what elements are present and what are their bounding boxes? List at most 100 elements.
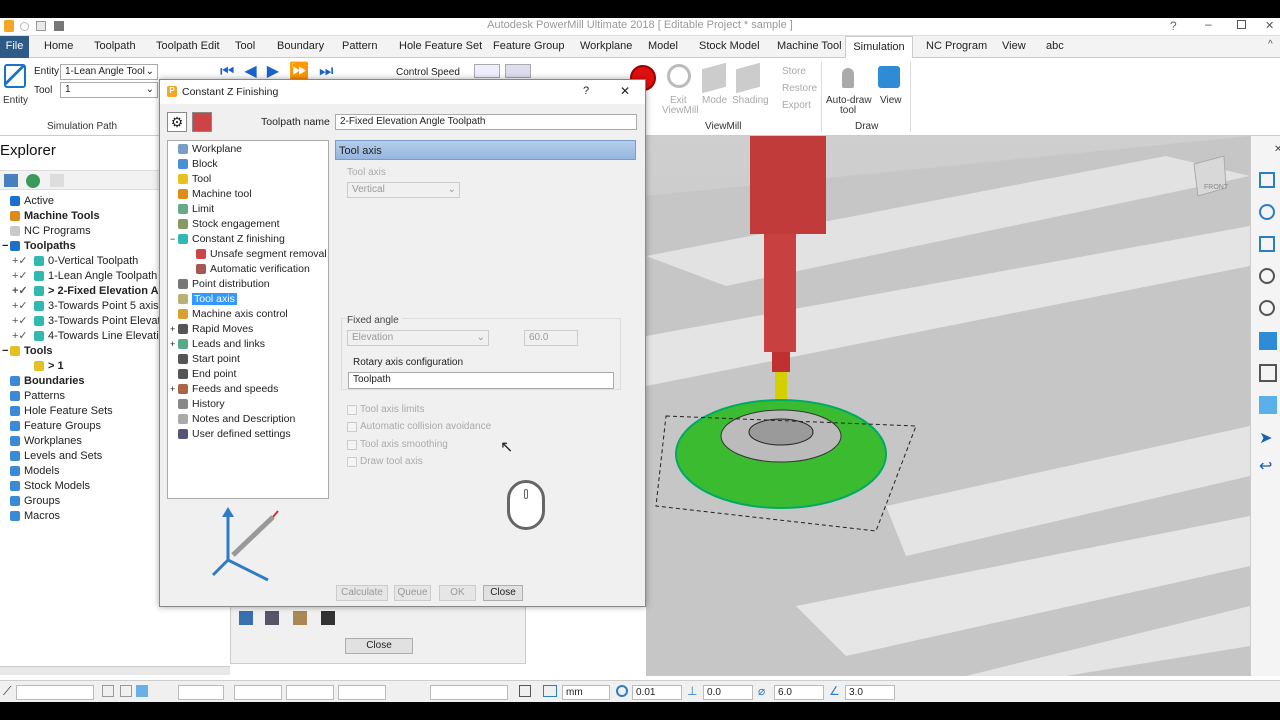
explorer-item-machine-tools[interactable]: Machine Tools bbox=[10, 208, 100, 223]
quick-save-icon[interactable] bbox=[54, 21, 64, 31]
mode-icon[interactable] bbox=[702, 62, 726, 94]
shading-label[interactable]: Shading bbox=[732, 95, 769, 106]
tree-item-leads-and-links[interactable]: + Leads and links bbox=[170, 337, 265, 351]
angle-input[interactable]: 3.0 bbox=[845, 685, 895, 700]
shaded-icon[interactable] bbox=[1259, 396, 1277, 414]
tab-stock-model[interactable]: Stock Model bbox=[699, 40, 760, 52]
tab-file[interactable]: File bbox=[0, 36, 29, 58]
tool-axis-smoothing-checkbox[interactable] bbox=[347, 440, 357, 450]
entity-button-label[interactable]: Entity bbox=[3, 95, 28, 106]
explorer-item-feature-groups[interactable]: Feature Groups bbox=[10, 418, 101, 433]
tree-item-tool-axis[interactable]: Tool axis bbox=[178, 292, 237, 306]
dialog-close-button[interactable]: Close bbox=[483, 585, 523, 601]
shading-icon[interactable] bbox=[736, 62, 760, 94]
quick-new-icon[interactable] bbox=[20, 22, 29, 31]
toolpath-item[interactable]: +✓ 1-Lean Angle Toolpath bbox=[12, 268, 157, 283]
iso-view-icon[interactable] bbox=[1259, 332, 1277, 350]
toolpath-table-icon[interactable] bbox=[192, 112, 212, 132]
status-field[interactable] bbox=[430, 685, 508, 700]
tab-workplane[interactable]: Workplane bbox=[580, 40, 632, 52]
status-tool-icon[interactable] bbox=[120, 685, 132, 697]
play-icon[interactable]: ▶ bbox=[267, 64, 279, 80]
elevation-select[interactable]: Elevation ⌄ bbox=[347, 330, 489, 346]
status-field[interactable] bbox=[286, 685, 334, 700]
thickness-input[interactable]: 0.0 bbox=[703, 685, 753, 700]
export-label[interactable]: Export bbox=[782, 100, 811, 111]
status-tool-icon[interactable] bbox=[136, 685, 148, 697]
explorer-item-levels-and-sets[interactable]: Levels and Sets bbox=[10, 448, 102, 463]
status-select[interactable] bbox=[16, 685, 94, 700]
status-field[interactable] bbox=[338, 685, 386, 700]
tree-item-limit[interactable]: Limit bbox=[178, 202, 214, 216]
workplane-view-icon[interactable] bbox=[1259, 172, 1275, 188]
status-field[interactable] bbox=[234, 685, 282, 700]
tab-view[interactable]: View bbox=[1002, 40, 1026, 52]
minimize-icon[interactable]: – bbox=[1205, 17, 1212, 31]
collision-avoidance-checkbox[interactable] bbox=[347, 422, 357, 432]
maximize-icon[interactable] bbox=[1237, 20, 1246, 29]
restore-label[interactable]: Restore bbox=[782, 83, 817, 94]
tab-home[interactable]: Home bbox=[44, 40, 73, 52]
toolpath-name-input[interactable]: 2-Fixed Elevation Angle Toolpath bbox=[335, 114, 637, 130]
grid-icon[interactable] bbox=[543, 685, 557, 697]
tolerance-input[interactable]: 0.01 bbox=[632, 685, 682, 700]
calculator-icon[interactable] bbox=[519, 685, 531, 697]
toolpath-item[interactable]: +✓ 3-Towards Point 5 axis bbox=[12, 298, 159, 313]
globe-icon[interactable] bbox=[26, 174, 40, 188]
graphics-viewport[interactable]: FRONT bbox=[646, 136, 1250, 676]
view-label[interactable]: View bbox=[880, 95, 902, 106]
tab-boundary[interactable]: Boundary bbox=[277, 40, 324, 52]
explorer-item-hole-feature-sets[interactable]: Hole Feature Sets bbox=[10, 403, 113, 418]
panel-tool-icon[interactable] bbox=[321, 611, 335, 625]
panel-tool-icon[interactable] bbox=[293, 611, 307, 625]
tree-item-unsafe-segment-removal[interactable]: Unsafe segment removal bbox=[196, 247, 327, 261]
tab-machine-tool[interactable]: Machine Tool bbox=[777, 40, 842, 52]
tree-item-workplane[interactable]: Workplane bbox=[178, 142, 242, 156]
status-field[interactable] bbox=[178, 685, 224, 700]
queue-button[interactable]: Queue bbox=[394, 585, 431, 601]
tab-feature-group[interactable]: Feature Group bbox=[493, 40, 565, 52]
explorer-item-toolpaths[interactable]: − Toolpaths bbox=[2, 238, 76, 253]
diameter-input[interactable]: 6.0 bbox=[774, 685, 824, 700]
panel-close-button[interactable]: Close bbox=[345, 638, 413, 654]
tree-view-icon[interactable] bbox=[4, 174, 18, 187]
tree-item-tool[interactable]: Tool bbox=[178, 172, 211, 186]
pen-icon[interactable]: ⟋ bbox=[3, 684, 11, 699]
tree-item-stock-engagement[interactable]: Stock engagement bbox=[178, 217, 280, 231]
tab-abc[interactable]: abc bbox=[1046, 40, 1064, 52]
help-icon[interactable]: ? bbox=[1170, 19, 1177, 33]
toolpath-item[interactable]: +✓ 0-Vertical Toolpath bbox=[12, 253, 138, 268]
panel-tool-icon[interactable] bbox=[239, 611, 253, 625]
power-icon[interactable] bbox=[667, 64, 691, 88]
tree-item-constant-z-finishing[interactable]: − Constant Z finishing bbox=[170, 232, 285, 246]
tab-toolpath[interactable]: Toolpath bbox=[94, 40, 136, 52]
zoom-icon[interactable] bbox=[1259, 204, 1275, 220]
zoom-out-icon[interactable] bbox=[1259, 300, 1275, 316]
explorer-item-active[interactable]: Active bbox=[10, 193, 54, 208]
filter-icon[interactable] bbox=[50, 174, 64, 187]
rewind-icon[interactable]: ⏮ bbox=[220, 64, 234, 80]
tree-item-notes[interactable]: Notes and Description bbox=[178, 412, 295, 426]
ribbon-collapse-icon[interactable]: ^ bbox=[1268, 39, 1273, 50]
tree-item-end-point[interactable]: End point bbox=[178, 367, 236, 381]
tree-item-feeds-and-speeds[interactable]: + Feeds and speeds bbox=[170, 382, 278, 396]
toolpath-item[interactable]: +✓ 4-Towards Line Elevati bbox=[12, 328, 159, 343]
dialog-close-icon[interactable]: ✕ bbox=[620, 84, 630, 98]
panel-tool-icon[interactable] bbox=[265, 611, 279, 625]
tree-item-start-point[interactable]: Start point bbox=[178, 352, 240, 366]
quick-open-icon[interactable] bbox=[36, 21, 46, 31]
entity-select[interactable]: 1-Lean Angle Tool ⌄ bbox=[60, 64, 158, 80]
draw-tool-axis-checkbox[interactable] bbox=[347, 457, 357, 467]
tool-item[interactable]: > 1 bbox=[34, 358, 64, 373]
angle-input[interactable]: 60.0 bbox=[524, 330, 578, 346]
explorer-h-scrollbar[interactable] bbox=[0, 666, 230, 675]
explorer-item-boundaries[interactable]: Boundaries bbox=[10, 373, 85, 388]
refresh-icon[interactable] bbox=[1259, 236, 1275, 252]
tool-axis-limits-checkbox[interactable] bbox=[347, 405, 357, 415]
explorer-item-models[interactable]: Models bbox=[10, 463, 59, 478]
tree-item-point-distribution[interactable]: Point distribution bbox=[178, 277, 270, 291]
toolpath-item-active[interactable]: +✓ > 2-Fixed Elevation A bbox=[12, 283, 159, 298]
dialog-help-icon[interactable]: ? bbox=[583, 85, 589, 97]
tree-item-user-defined-settings[interactable]: User defined settings bbox=[178, 427, 291, 441]
wireframe-icon[interactable] bbox=[1259, 364, 1277, 382]
